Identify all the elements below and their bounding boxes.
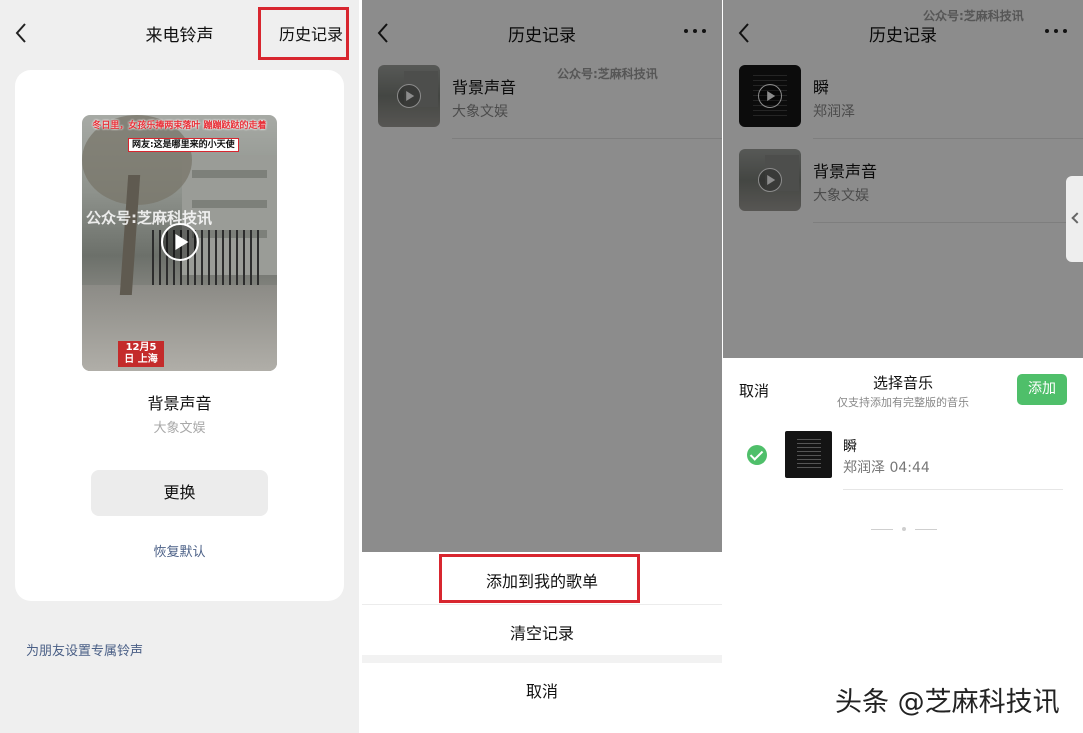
restore-default-link[interactable]: 恢复默认 (15, 541, 344, 560)
history-screen-picker: 历史记录 公众号:芝麻科技讯 瞬 郑润泽 背景声音 大象文娱 取消 选择音乐 仅… (723, 0, 1083, 733)
page-indicator (871, 527, 937, 533)
history-screen-sheet: 历史记录 背景声音 大象文娱 公众号:芝麻科技讯 添加到我的歌单 清空记录 取消 (362, 0, 722, 733)
play-icon[interactable] (161, 223, 199, 261)
highlight-box (258, 7, 349, 60)
highlight-box (439, 554, 640, 603)
video-subcaption: 网友:这是哪里来的小天使 (128, 138, 239, 152)
check-icon[interactable] (747, 445, 767, 465)
sheet-gap (362, 655, 722, 663)
video-thumbnail[interactable]: 冬日里，女孩乐捧两束落叶 蹦蹦跶跶的走着 网友:这是哪里来的小天使 公众号:芝麻… (82, 115, 277, 371)
ringtone-screen: 来电铃声 历史记录 冬日里，女孩乐捧两束落叶 蹦蹦跶跶的走着 网友:这是哪里来的… (0, 0, 359, 733)
date-tag: 12月5日 上海 (118, 341, 164, 367)
dim-overlay[interactable] (723, 0, 1083, 358)
song-artist: 大象文娱 (153, 421, 206, 436)
song-title: 背景声音 (147, 394, 212, 413)
footer-brand-watermark: 头条 @芝麻科技讯 (835, 687, 1060, 718)
cancel-option[interactable]: 取消 (362, 678, 722, 702)
road-shape (82, 285, 277, 371)
clear-history-option[interactable]: 清空记录 (362, 620, 722, 644)
watermark: 公众号:芝麻科技讯 (86, 209, 212, 227)
song-title: 瞬 (843, 439, 857, 455)
divider (843, 489, 1063, 490)
side-drawer-handle[interactable] (1066, 176, 1083, 262)
current-ringtone-card: 冬日里，女孩乐捧两束落叶 蹦蹦跶跶的走着 网友:这是哪里来的小天使 公众号:芝麻… (15, 70, 344, 601)
friend-ringtone-link[interactable]: 为朋友设置专属铃声 (26, 640, 143, 659)
song-thumbnail (785, 431, 832, 478)
divider (362, 604, 722, 605)
video-caption: 冬日里，女孩乐捧两束落叶 蹦蹦跶跶的走着 (92, 121, 267, 131)
music-picker-sheet: 取消 选择音乐 仅支持添加有完整版的音乐 添加 瞬 郑润泽 04:44 (723, 358, 1083, 733)
add-button[interactable]: 添加 (1017, 374, 1067, 405)
song-artist-duration: 郑润泽 04:44 (843, 460, 930, 476)
change-button[interactable]: 更换 (91, 470, 268, 516)
dim-overlay[interactable] (362, 0, 722, 552)
